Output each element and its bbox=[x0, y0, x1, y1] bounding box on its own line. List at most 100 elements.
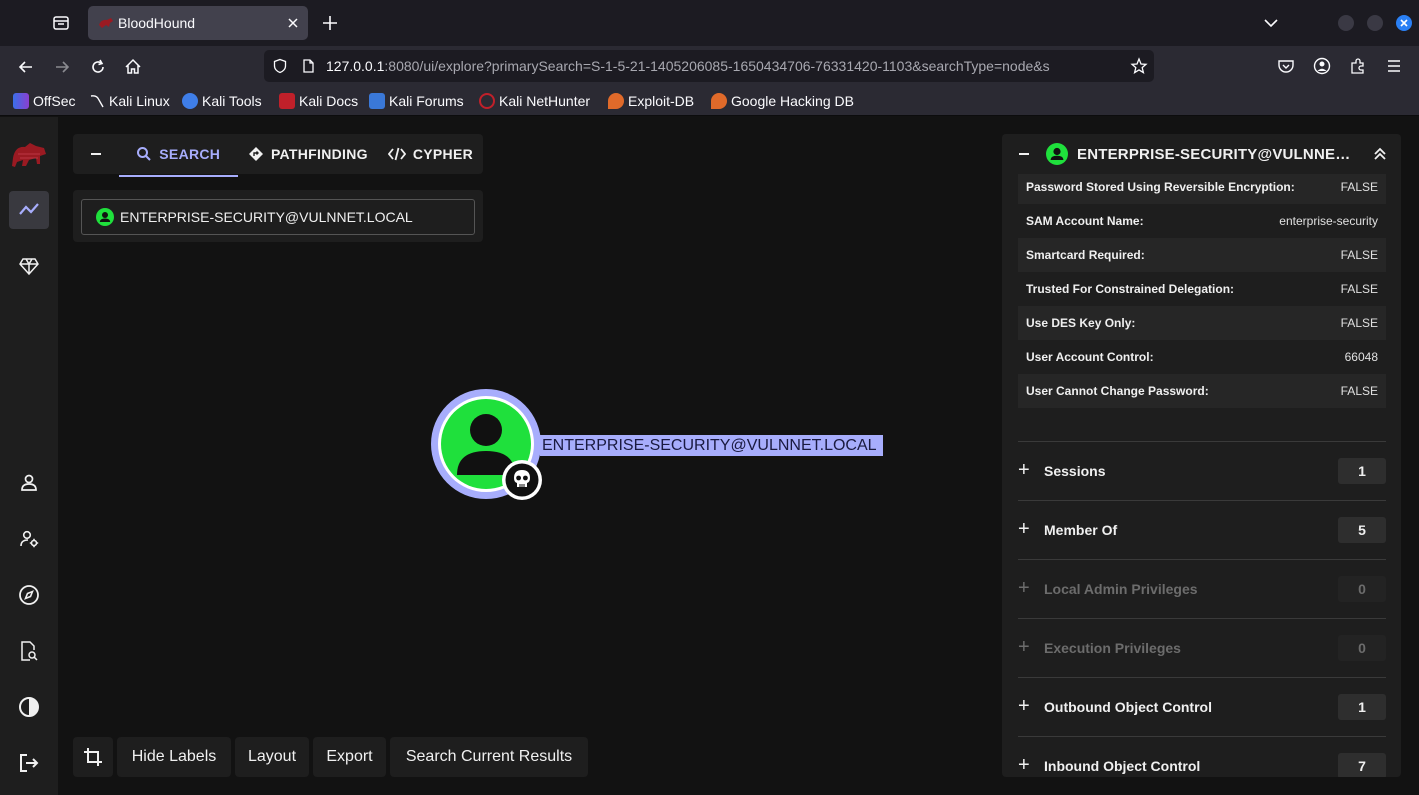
search-current-results-button[interactable]: Search Current Results bbox=[390, 737, 588, 777]
search-tabs-panel: SEARCH PATHFINDING CYPHER bbox=[73, 134, 483, 177]
property-row: User Cannot Change Password: FALSE bbox=[1018, 374, 1386, 408]
count-badge: 7 bbox=[1338, 752, 1386, 777]
theme-contrast-icon[interactable] bbox=[9, 688, 49, 726]
search-input-value: ENTERPRISE-SECURITY@VULNNET.LOCAL bbox=[120, 209, 413, 225]
bookmark-star-icon[interactable] bbox=[1130, 57, 1148, 75]
entity-panel-header: ENTERPRISE-SECURITY@VULNNET.LOCAL bbox=[1002, 134, 1401, 174]
entity-title: ENTERPRISE-SECURITY@VULNNET.LOCAL bbox=[1077, 146, 1357, 163]
document-search-icon[interactable] bbox=[9, 632, 49, 670]
ghdb-icon bbox=[711, 93, 727, 109]
collapse-search-button[interactable] bbox=[73, 134, 119, 174]
bloodhound-favicon-icon bbox=[98, 16, 114, 30]
collapse-panel-button[interactable] bbox=[1017, 147, 1031, 161]
count-badge: 0 bbox=[1338, 634, 1386, 661]
expand-plus-icon: + bbox=[1018, 754, 1030, 776]
exploit-db-icon bbox=[608, 93, 624, 109]
tab-cypher[interactable]: CYPHER bbox=[378, 134, 483, 174]
pocket-icon[interactable] bbox=[1277, 57, 1295, 75]
bookmark-kali-linux[interactable]: Kali Linux bbox=[89, 93, 170, 109]
minimize-window-icon[interactable] bbox=[1338, 15, 1354, 31]
browser-tab-bar: BloodHound bbox=[0, 0, 1419, 46]
kali-nethunter-icon bbox=[479, 93, 495, 109]
explore-graph-icon[interactable] bbox=[9, 191, 49, 229]
new-tab-icon[interactable] bbox=[320, 13, 340, 33]
browser-tab-active[interactable]: BloodHound bbox=[88, 6, 308, 40]
close-window-icon[interactable] bbox=[1396, 15, 1412, 31]
skull-owned-badge-icon bbox=[501, 459, 543, 501]
extensions-icon[interactable] bbox=[1349, 57, 1367, 75]
bookmarks-toolbar: OffSec Kali Linux Kali Tools Kali Docs K… bbox=[0, 88, 1419, 116]
graph-node-label[interactable]: ENTERPRISE-SECURITY@VULNNET.LOCAL bbox=[540, 435, 883, 456]
group-management-gem-icon[interactable] bbox=[9, 247, 49, 285]
kali-forums-icon bbox=[369, 93, 385, 109]
section-inbound-object-control[interactable]: + Inbound Object Control 7 bbox=[1018, 736, 1386, 777]
fit-to-screen-button[interactable] bbox=[73, 737, 113, 777]
property-row: Password Stored Using Reversible Encrypt… bbox=[1018, 170, 1386, 204]
section-member-of[interactable]: + Member Of 5 bbox=[1018, 500, 1386, 558]
bookmark-kali-forums[interactable]: Kali Forums bbox=[369, 93, 464, 109]
tab-search[interactable]: SEARCH bbox=[118, 134, 239, 177]
bookmark-offsec[interactable]: OffSec bbox=[13, 93, 76, 109]
account-icon[interactable] bbox=[1313, 57, 1331, 75]
property-row: Use DES Key Only: FALSE bbox=[1018, 306, 1386, 340]
url-bar[interactable]: 127.0.0.1:8080/ui/explore?primarySearch=… bbox=[264, 50, 1154, 82]
node-search-input[interactable]: ENTERPRISE-SECURITY@VULNNET.LOCAL bbox=[81, 199, 475, 235]
tab-title: BloodHound bbox=[118, 15, 196, 31]
layout-button[interactable]: Layout bbox=[235, 737, 309, 777]
expand-plus-icon: + bbox=[1018, 695, 1030, 717]
expand-plus-icon: + bbox=[1018, 518, 1030, 540]
tracking-protection-shield-icon[interactable] bbox=[272, 58, 288, 74]
section-local-admin-privileges: + Local Admin Privileges 0 bbox=[1018, 559, 1386, 617]
property-row: SAM Account Name: enterprise-security bbox=[1026, 214, 1378, 228]
left-nav-rail bbox=[0, 117, 58, 795]
code-icon bbox=[387, 146, 406, 162]
export-button[interactable]: Export bbox=[313, 737, 386, 777]
chevron-double-up-icon[interactable] bbox=[1372, 146, 1388, 162]
expand-plus-icon: + bbox=[1018, 459, 1030, 481]
property-row: User Account Control: 66048 bbox=[1026, 350, 1378, 364]
bookmark-kali-nethunter[interactable]: Kali NetHunter bbox=[479, 93, 590, 109]
pathfinding-icon bbox=[248, 146, 264, 162]
section-sessions[interactable]: + Sessions 1 bbox=[1018, 441, 1386, 499]
bloodhound-app: SEARCH PATHFINDING CYPHER ENTERPRISE-SEC… bbox=[0, 117, 1419, 795]
bloodhound-logo-icon[interactable] bbox=[9, 135, 49, 173]
bookmark-kali-tools[interactable]: Kali Tools bbox=[182, 93, 262, 109]
graph-user-node[interactable] bbox=[431, 389, 543, 501]
expand-plus-icon: + bbox=[1018, 636, 1030, 658]
kali-docs-icon bbox=[279, 93, 295, 109]
user-settings-icon[interactable] bbox=[9, 520, 49, 558]
reload-icon[interactable] bbox=[88, 57, 108, 77]
url-text[interactable]: 127.0.0.1:8080/ui/explore?primarySearch=… bbox=[326, 58, 1121, 74]
search-icon bbox=[136, 146, 152, 162]
menu-hamburger-icon[interactable] bbox=[1385, 57, 1403, 75]
forward-arrow-icon[interactable] bbox=[52, 57, 72, 77]
maximize-window-icon[interactable] bbox=[1367, 15, 1383, 31]
user-profile-icon[interactable] bbox=[9, 464, 49, 502]
bookmark-kali-docs[interactable]: Kali Docs bbox=[279, 93, 358, 109]
list-all-tabs-icon[interactable] bbox=[1262, 14, 1280, 32]
compass-icon[interactable] bbox=[9, 576, 49, 614]
user-node-icon bbox=[1046, 143, 1068, 165]
logout-icon[interactable] bbox=[9, 744, 49, 782]
search-input-panel: ENTERPRISE-SECURITY@VULNNET.LOCAL bbox=[73, 190, 483, 242]
close-tab-icon[interactable] bbox=[286, 16, 300, 30]
section-outbound-object-control[interactable]: + Outbound Object Control 1 bbox=[1018, 677, 1386, 735]
entity-info-panel: Password Stored Using Reversible Encrypt… bbox=[1002, 134, 1401, 777]
count-badge: 1 bbox=[1338, 457, 1386, 484]
tab-pathfinding[interactable]: PATHFINDING bbox=[238, 134, 378, 174]
count-badge: 1 bbox=[1338, 693, 1386, 720]
user-node-icon bbox=[96, 208, 114, 226]
home-icon[interactable] bbox=[123, 57, 143, 77]
bookmark-exploit-db[interactable]: Exploit-DB bbox=[608, 93, 694, 109]
hide-labels-button[interactable]: Hide Labels bbox=[117, 737, 231, 777]
bookmark-google-hacking-db[interactable]: Google Hacking DB bbox=[711, 93, 854, 109]
kali-dragon-icon bbox=[89, 93, 105, 109]
kali-tools-icon bbox=[182, 93, 198, 109]
page-info-icon[interactable] bbox=[300, 58, 316, 74]
count-badge: 0 bbox=[1338, 575, 1386, 602]
section-execution-privileges: + Execution Privileges 0 bbox=[1018, 618, 1386, 676]
browser-nav-bar: 127.0.0.1:8080/ui/explore?primarySearch=… bbox=[0, 46, 1419, 88]
offsec-icon bbox=[13, 93, 29, 109]
back-arrow-icon[interactable] bbox=[16, 57, 36, 77]
tab-overview-icon[interactable] bbox=[48, 11, 74, 35]
